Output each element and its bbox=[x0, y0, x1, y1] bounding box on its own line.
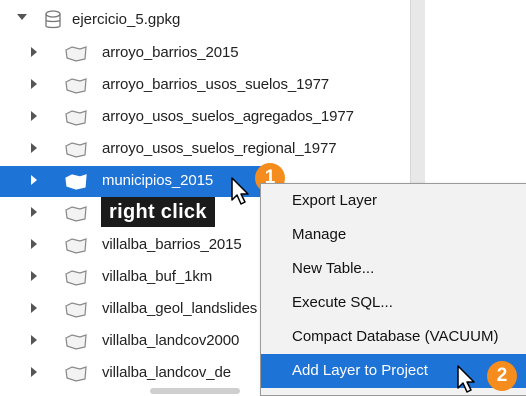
right-click-annotation: right click bbox=[101, 197, 215, 227]
mouse-cursor-icon bbox=[457, 365, 475, 393]
mouse-cursor-icon bbox=[231, 177, 249, 205]
database-icon bbox=[45, 10, 61, 29]
tree-item-label: villalba_buf_1km bbox=[102, 268, 213, 285]
tree-item-label: municipios_2015 bbox=[102, 172, 214, 189]
menu-item-label: New Table... bbox=[292, 260, 375, 277]
expand-arrow-icon[interactable] bbox=[31, 207, 37, 217]
step-2-badge: 2 bbox=[487, 361, 517, 391]
expand-arrow-icon[interactable] bbox=[31, 79, 37, 89]
tree-item-label: arroyo_usos_suelos_agregados_1977 bbox=[102, 108, 354, 125]
expand-arrow-icon[interactable] bbox=[31, 367, 37, 377]
polygon-layer-icon bbox=[65, 110, 87, 126]
polygon-layer-icon bbox=[65, 46, 87, 62]
tree-item-label: arroyo_barrios_2015 bbox=[102, 44, 239, 61]
polygon-layer-icon bbox=[65, 174, 87, 190]
polygon-layer-icon bbox=[65, 270, 87, 286]
polygon-layer-icon bbox=[65, 334, 87, 350]
tree-item-label: villalba_landcov2000 bbox=[102, 332, 240, 349]
menu-item-add-layer-to-project[interactable]: Add Layer to Project bbox=[261, 354, 526, 388]
tree-item-label: arroyo_usos_suelos_regional_1977 bbox=[102, 140, 337, 157]
polygon-layer-icon bbox=[65, 302, 87, 318]
context-menu: Export Layer Manage New Table... Execute… bbox=[260, 183, 526, 396]
tree-item-label: villalba_geol_landslides bbox=[102, 300, 258, 317]
menu-item-label: Export Layer bbox=[292, 192, 378, 209]
collapse-arrow-icon[interactable] bbox=[17, 14, 27, 20]
expand-arrow-icon[interactable] bbox=[31, 47, 37, 57]
root-label[interactable]: ejercicio_5.gpkg bbox=[72, 11, 180, 28]
polygon-layer-icon bbox=[65, 206, 87, 222]
expand-arrow-icon[interactable] bbox=[31, 303, 37, 313]
expand-arrow-icon[interactable] bbox=[31, 239, 37, 249]
menu-item-label: Add Layer to Project bbox=[292, 362, 428, 379]
expand-arrow-icon[interactable] bbox=[31, 175, 37, 185]
menu-item-new-table[interactable]: New Table... bbox=[261, 252, 526, 286]
polygon-layer-icon bbox=[65, 366, 87, 382]
tree-item-municipios-2015[interactable]: municipios_2015 bbox=[0, 166, 262, 197]
tree-item-label: villalba_barrios_2015 bbox=[102, 236, 242, 253]
polygon-layer-icon bbox=[65, 238, 87, 254]
tree-item-arroyo-usos-suelos-agregados-1977[interactable]: arroyo_usos_suelos_agregados_1977 bbox=[0, 102, 410, 133]
menu-item-compact-database[interactable]: Compact Database (VACUUM) bbox=[261, 320, 526, 354]
menu-item-label: Manage bbox=[292, 226, 347, 243]
menu-item-label: Compact Database (VACUUM) bbox=[292, 328, 499, 345]
menu-item-manage[interactable]: Manage bbox=[261, 218, 526, 252]
tree-item-arroyo-barrios-2015[interactable]: arroyo_barrios_2015 bbox=[0, 38, 410, 69]
expand-arrow-icon[interactable] bbox=[31, 271, 37, 281]
tree-item-label: villalba_landcov_de bbox=[102, 364, 232, 381]
horizontal-scrollbar-handle[interactable] bbox=[150, 388, 240, 394]
expand-arrow-icon[interactable] bbox=[31, 143, 37, 153]
polygon-layer-icon bbox=[65, 142, 87, 158]
tree-item-label: arroyo_barrios_usos_suelos_1977 bbox=[102, 76, 330, 93]
tree-item-arroyo-barrios-usos-suelos-1977[interactable]: arroyo_barrios_usos_suelos_1977 bbox=[0, 70, 410, 101]
polygon-layer-icon bbox=[65, 78, 87, 94]
expand-arrow-icon[interactable] bbox=[31, 335, 37, 345]
menu-item-execute-sql[interactable]: Execute SQL... bbox=[261, 286, 526, 320]
menu-item-export-layer[interactable]: Export Layer bbox=[261, 184, 526, 218]
menu-item-label: Execute SQL... bbox=[292, 294, 393, 311]
expand-arrow-icon[interactable] bbox=[31, 111, 37, 121]
tree-item-arroyo-usos-suelos-regional-1977[interactable]: arroyo_usos_suelos_regional_1977 bbox=[0, 134, 410, 165]
